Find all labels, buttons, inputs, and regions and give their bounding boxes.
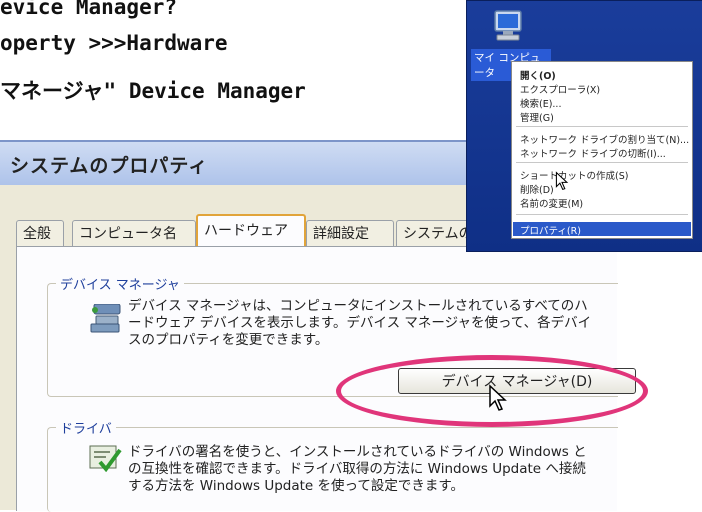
- mouse-cursor-icon: [555, 171, 569, 195]
- heading-device-manager-jp: マネージャ" Device Manager: [0, 79, 306, 103]
- menu-item-properties[interactable]: プロパティ(R): [520, 223, 581, 237]
- menu-item-open[interactable]: 開く(O): [520, 68, 556, 82]
- drivers-description: ドライバの署名を使うと、インストールされているドライバの Windows との互…: [128, 444, 587, 494]
- tab-hardware[interactable]: ハードウェア: [196, 214, 306, 248]
- menu-item-create-shortcut[interactable]: ショートカットの作成(S): [520, 168, 628, 182]
- menu-item-map-drive[interactable]: ネットワーク ドライブの割り当て(N)...: [520, 132, 689, 146]
- tab-advanced[interactable]: 詳細設定: [306, 220, 394, 246]
- menu-item-search[interactable]: 検索(E)...: [520, 96, 561, 110]
- context-menu-inset: マイ コンピュータ 開く(O) エクスプローラ(X) 検索(E)... 管理(G…: [466, 0, 702, 252]
- drivers-group-label: ドライバ: [56, 418, 116, 437]
- menu-separator: [516, 162, 688, 163]
- menu-separator: [516, 126, 688, 127]
- menu-item-manage[interactable]: 管理(G): [520, 110, 554, 124]
- menu-item-disconnect-drive[interactable]: ネットワーク ドライブの切断(I)...: [520, 146, 666, 160]
- device-manager-group-label: デバイス マネージャ: [56, 274, 184, 293]
- heading-property-hardware: operty >>>Hardware: [0, 31, 228, 55]
- window-title: システムのプロパティ: [10, 155, 209, 177]
- tab-general[interactable]: 全般: [16, 220, 64, 246]
- device-manager-description: デバイス マネージャは、コンピュータにインストールされているすべてのハードウェア…: [128, 298, 592, 348]
- menu-separator: [516, 214, 688, 215]
- device-manager-icon: [88, 303, 124, 338]
- menu-item-explore[interactable]: エクスプローラ(X): [520, 82, 600, 96]
- heading-device-manager: evice Manager?: [0, 0, 178, 19]
- menu-item-delete[interactable]: 削除(D): [520, 182, 554, 196]
- tab-computer-name[interactable]: コンピュータ名: [72, 220, 196, 246]
- context-menu: 開く(O) エクスプローラ(X) 検索(E)... 管理(G) ネットワーク ド…: [511, 61, 693, 239]
- mouse-cursor-icon: [488, 384, 508, 416]
- my-computer-icon[interactable]: [491, 9, 525, 47]
- menu-item-rename[interactable]: 名前の変更(M): [520, 196, 583, 210]
- driver-signing-icon: [88, 442, 122, 476]
- drivers-group: ドライバ ドライバの署名を使うと、インストールされているドライバの Window…: [47, 418, 618, 512]
